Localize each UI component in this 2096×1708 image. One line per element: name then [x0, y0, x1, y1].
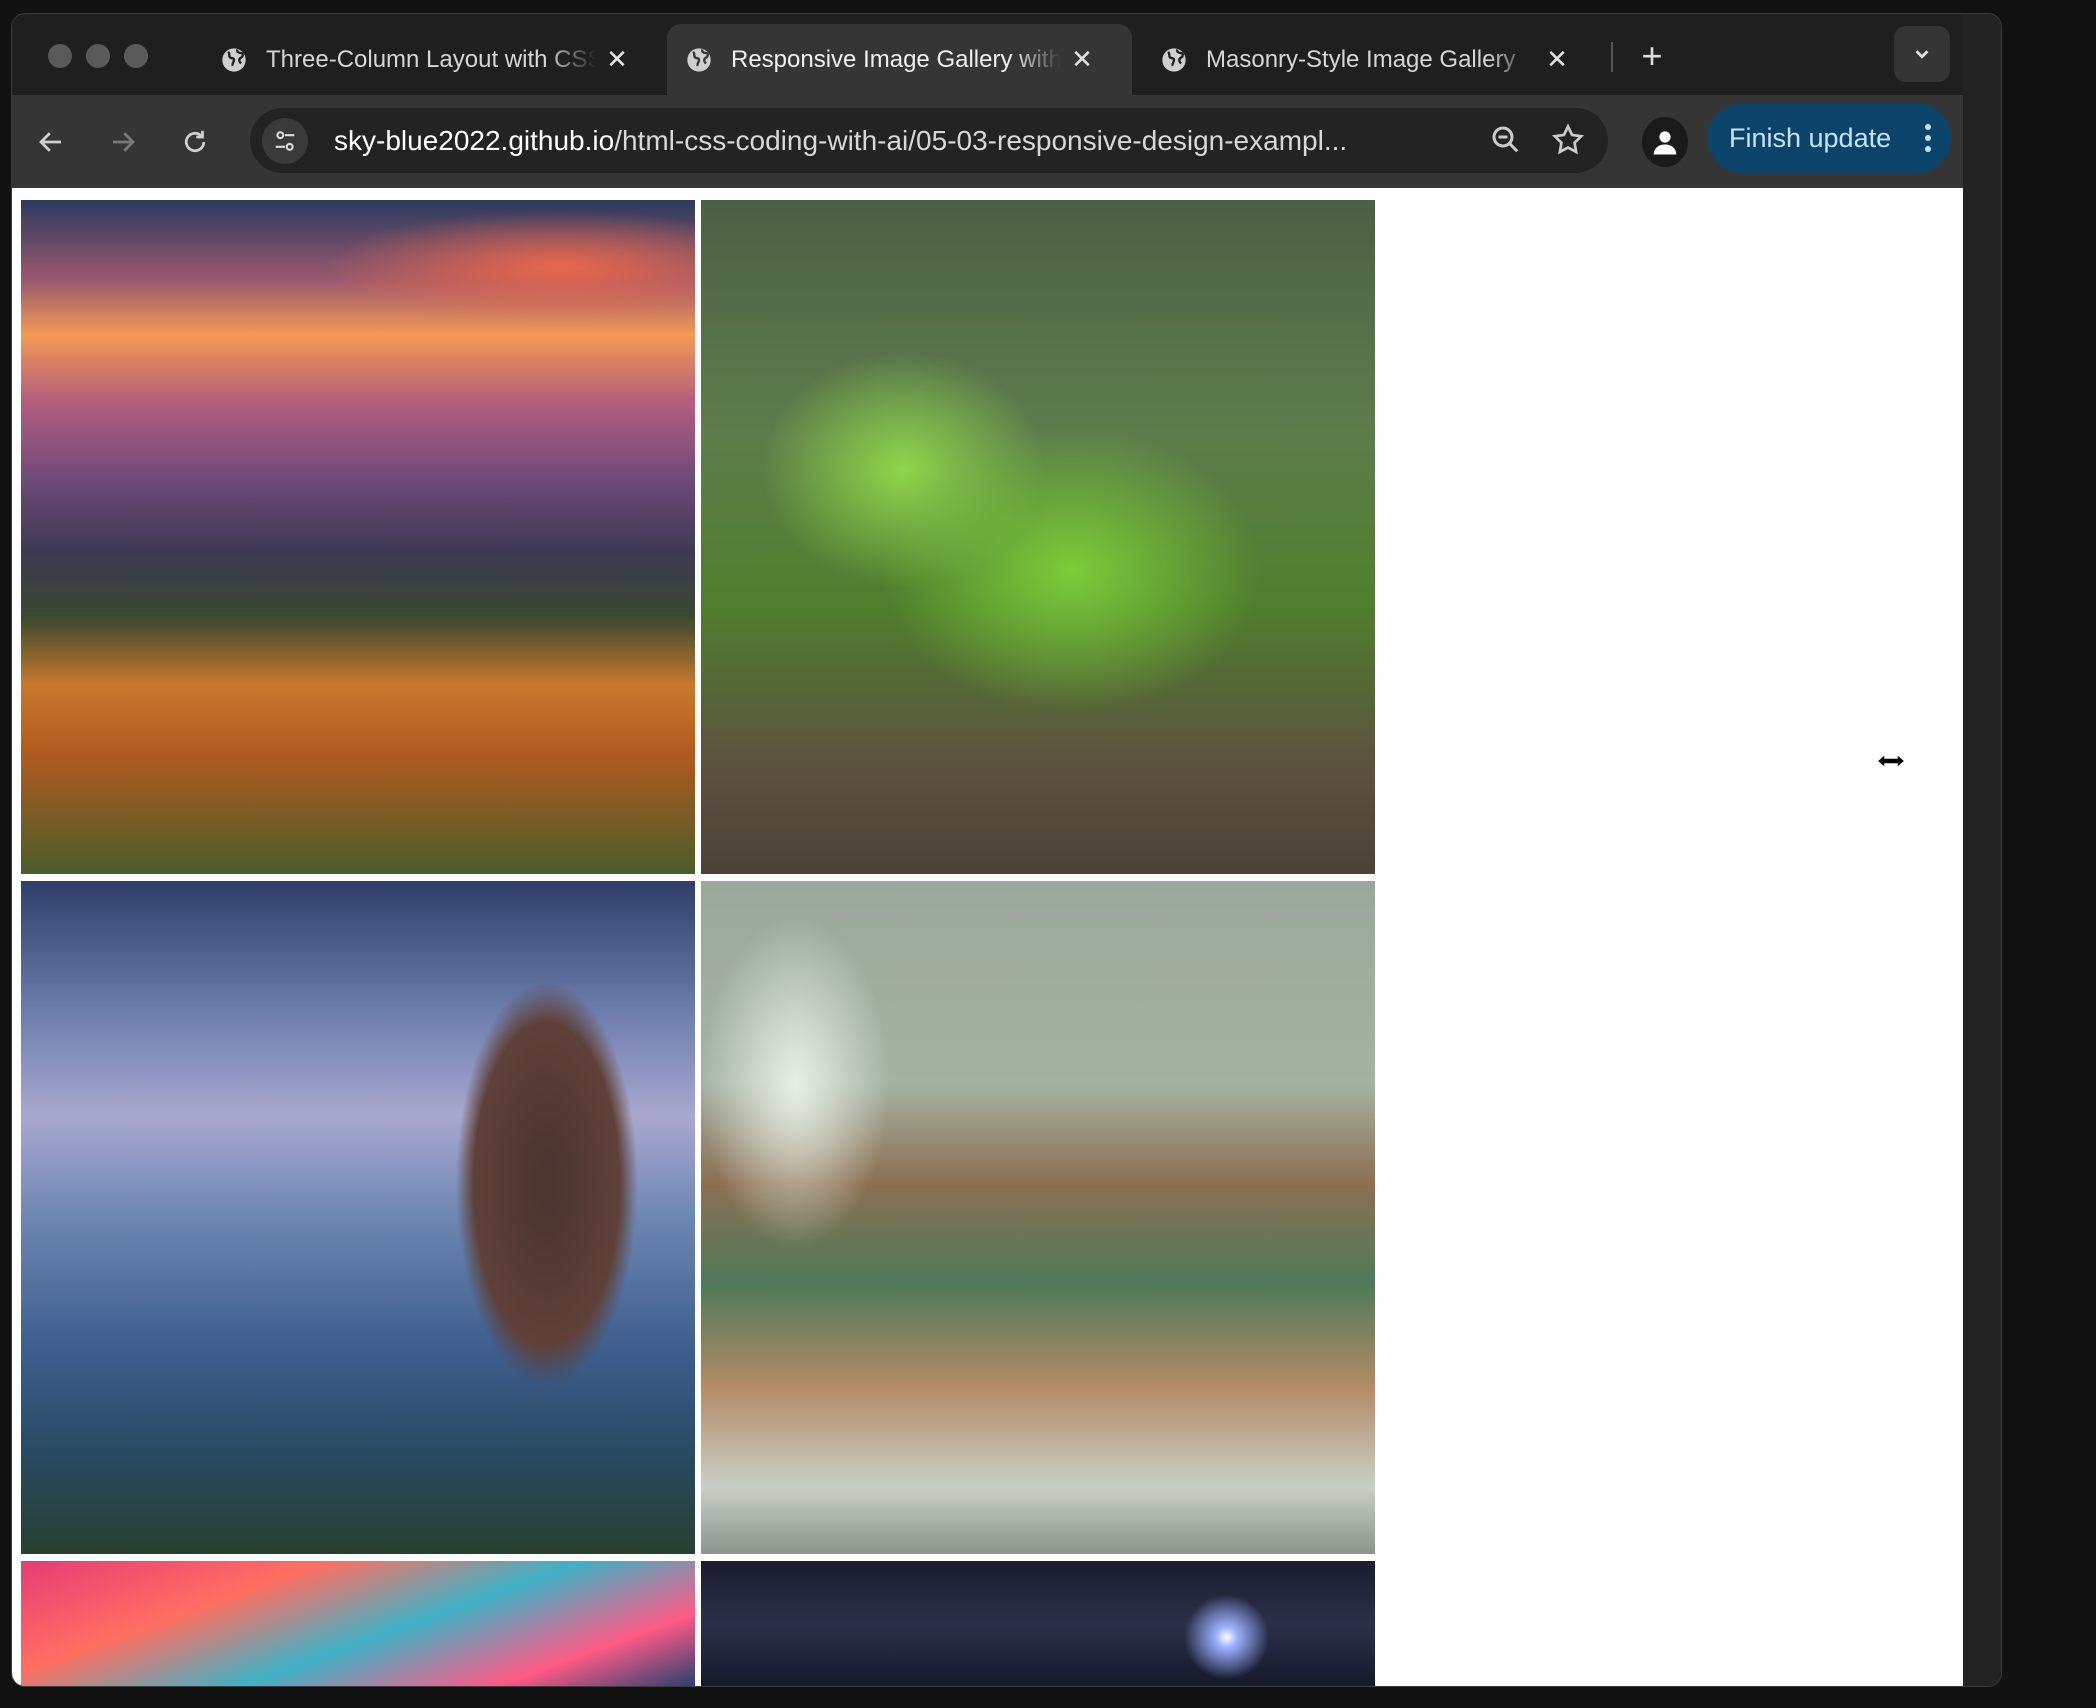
tab-search-button[interactable]	[1894, 26, 1950, 82]
tab-title: Masonry-Style Image Gallery	[1206, 45, 1516, 73]
gallery-image-pink-sky[interactable]	[21, 1561, 695, 1686]
address-bar[interactable]: sky-blue2022.github.io/html-css-coding-w…	[250, 108, 1608, 173]
gallery-image-cafe[interactable]	[701, 881, 1375, 1554]
arrow-left-icon	[39, 132, 61, 152]
tab-separator	[1611, 42, 1613, 72]
globe-icon	[687, 47, 711, 72]
forward-button[interactable]	[100, 119, 146, 165]
profile-button[interactable]	[1642, 117, 1688, 167]
tab-title: Responsive Image Gallery with	[731, 45, 1061, 73]
tune-icon	[275, 131, 295, 151]
minimize-window-button[interactable]	[86, 44, 110, 68]
gallery-image-space[interactable]	[701, 1561, 1375, 1686]
site-info-button[interactable]	[262, 118, 308, 164]
url-text[interactable]: sky-blue2022.github.io/html-css-coding-w…	[334, 125, 1347, 157]
toolbar: sky-blue2022.github.io/html-css-coding-w…	[12, 95, 1963, 188]
tab-title: Three-Column Layout with CSS	[266, 45, 596, 73]
maximize-window-button[interactable]	[124, 44, 148, 68]
gallery-image-green-salad[interactable]	[701, 200, 1375, 874]
window-controls	[48, 44, 148, 68]
gallery-image-hawk[interactable]	[21, 881, 695, 1554]
tab-three-column-layout[interactable]: Three-Column Layout with CSS ✕	[202, 24, 662, 95]
new-tab-button[interactable]: +	[1632, 35, 1672, 76]
bookmark-star-icon[interactable]	[1550, 122, 1586, 158]
close-tab-icon[interactable]: ✕	[1542, 44, 1572, 75]
window-edge	[1963, 14, 2001, 1686]
url-path: /html-css-coding-with-ai/05-03-responsiv…	[614, 125, 1348, 156]
finish-update-button[interactable]: Finish update	[1707, 103, 1951, 173]
chevron-down-icon	[1915, 50, 1929, 59]
tab-strip: Three-Column Layout with CSS ✕ Responsiv…	[12, 14, 1963, 95]
gallery-image-mountain-sunset[interactable]	[21, 200, 695, 874]
url-host: sky-blue2022.github.io	[334, 125, 615, 156]
finish-update-label: Finish update	[1729, 122, 1892, 153]
globe-icon	[1162, 47, 1186, 72]
zoom-out-icon[interactable]	[1488, 122, 1524, 158]
person-icon	[1653, 131, 1677, 155]
reload-button[interactable]	[172, 119, 218, 165]
tab-responsive-image-gallery[interactable]: Responsive Image Gallery with ✕	[667, 24, 1132, 95]
close-window-button[interactable]	[48, 44, 72, 68]
page-content	[12, 188, 1963, 1686]
back-button[interactable]	[28, 119, 74, 165]
close-tab-icon[interactable]: ✕	[602, 44, 632, 75]
globe-icon	[222, 47, 246, 72]
close-tab-icon[interactable]: ✕	[1067, 44, 1097, 75]
arrow-right-icon	[113, 132, 135, 152]
reload-icon	[184, 130, 206, 153]
more-vert-icon[interactable]	[1923, 123, 1933, 153]
resize-horizontal-cursor-icon	[1876, 752, 1906, 770]
tab-masonry-image-gallery[interactable]: Masonry-Style Image Gallery ✕	[1142, 24, 1602, 95]
browser-window: Three-Column Layout with CSS ✕ Responsiv…	[11, 13, 2002, 1687]
